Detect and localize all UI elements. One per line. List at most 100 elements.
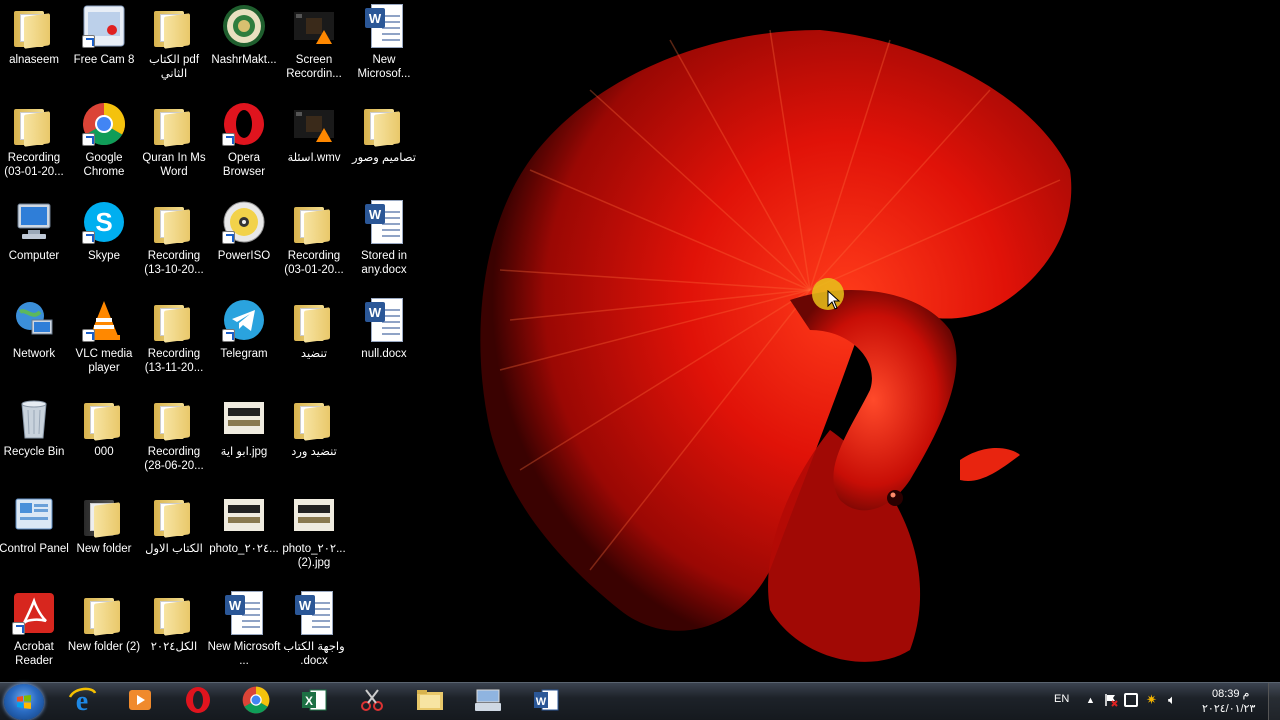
desktop-icon-poweriso[interactable]: PowerISO bbox=[209, 198, 279, 294]
folder-icon bbox=[290, 296, 338, 344]
desktop-icon-recycle[interactable]: Recycle Bin bbox=[0, 394, 69, 490]
desktop-icon-telegram[interactable]: Telegram bbox=[209, 296, 279, 392]
desktop-icon-null-docx[interactable]: Wnull.docx bbox=[349, 296, 419, 392]
desktop-icon-label: الكتاب الاول bbox=[145, 543, 203, 555]
desktop-icon-new-ms-1[interactable]: W New Microsof... bbox=[349, 2, 419, 98]
desktop-icon-label: null.docx bbox=[361, 348, 407, 360]
desktop-icon-label: Computer bbox=[8, 250, 60, 262]
desktop-icon-label: Screen Recordin... bbox=[286, 54, 342, 80]
desktop-icon-asila[interactable]: اسئلة.wmv bbox=[279, 100, 349, 196]
telegram-icon bbox=[220, 296, 268, 344]
file-explorer-icon bbox=[415, 686, 445, 719]
desktop-icon-label: Recording (03-01-20... bbox=[4, 152, 64, 178]
taskbar-media-button[interactable] bbox=[114, 686, 166, 718]
opera-icon bbox=[220, 100, 268, 148]
seal-app-icon bbox=[220, 2, 268, 50]
desktop-icon-computer[interactable]: Computer bbox=[0, 198, 69, 294]
taskbar-word-button[interactable]: W bbox=[520, 686, 572, 718]
user-folder-icon bbox=[10, 2, 58, 50]
desktop-icon-label: اسئلة.wmv bbox=[287, 152, 341, 164]
folder-icon bbox=[290, 198, 338, 246]
desktop-icon-recording-4[interactable]: Recording (13-11-20... bbox=[139, 296, 209, 392]
updates-icon[interactable]: ✷ bbox=[1146, 692, 1157, 708]
clock-time[interactable]: 08:39 م bbox=[1212, 687, 1249, 700]
network-icon bbox=[10, 296, 58, 344]
desktop-icon-pdf-book[interactable]: الكتاب pdf الثاني bbox=[139, 2, 209, 98]
image-file-icon bbox=[220, 394, 268, 442]
desktop-icon-label: Free Cam 8 bbox=[73, 54, 135, 66]
desktop-icon-acrobat[interactable]: Acrobat Reader bbox=[0, 589, 69, 682]
folder-icon bbox=[150, 394, 198, 442]
desktop[interactable]: alnaseem Free Cam 8 الكتاب pdf الثاني Nashr… bbox=[0, 0, 1280, 682]
shortcut-arrow-icon bbox=[82, 231, 95, 244]
desktop-icon-tansid[interactable]: تنضيد bbox=[279, 296, 349, 392]
desktop-icon-screen-rec[interactable]: Screen Recordin... bbox=[279, 2, 349, 98]
desktop-icon-recording-3[interactable]: Recording (03-01-20... bbox=[279, 198, 349, 294]
shortcut-arrow-icon bbox=[222, 133, 235, 146]
desktop-icon-tansid-ward[interactable]: تنضيد ورد bbox=[279, 394, 349, 490]
word-icon: W bbox=[532, 686, 560, 719]
desktop-icon-label: alnaseem bbox=[9, 54, 59, 66]
svg-text:X: X bbox=[305, 694, 313, 708]
desktop-icon-label: New folder bbox=[76, 543, 132, 555]
desktop-icon-alnaseem[interactable]: alnaseem bbox=[0, 2, 69, 98]
desktop-icon-kul[interactable]: الكل٢٠٢٤ bbox=[139, 589, 209, 682]
shortcut-arrow-icon bbox=[82, 133, 95, 146]
folder-icon bbox=[150, 100, 198, 148]
desktop-icon-new-ms-2[interactable]: W New Microsoft ... bbox=[208, 589, 280, 682]
desktop-icon-stored[interactable]: W Stored in any.docx bbox=[349, 198, 419, 294]
taskbar-chrome-button[interactable] bbox=[230, 686, 282, 718]
taskbar-excel-button[interactable]: X bbox=[288, 686, 340, 718]
desktop-icon-label: الكتاب pdf الثاني bbox=[148, 54, 200, 80]
desktop-icon-control[interactable]: Control Panel bbox=[0, 491, 69, 587]
desktop-icon-new-folder[interactable]: New folder bbox=[69, 491, 139, 587]
desktop-icon-opera[interactable]: Opera Browser bbox=[209, 100, 279, 196]
taskbar-explorer-button[interactable] bbox=[404, 686, 456, 718]
desktop-icon-network[interactable]: Network bbox=[0, 296, 69, 392]
desktop-icon-wajiha[interactable]: W واجهة الكتاب .docx bbox=[279, 589, 349, 682]
device-icon[interactable] bbox=[1124, 693, 1138, 707]
svg-text:S: S bbox=[95, 207, 112, 237]
taskbar-keyboard-button[interactable] bbox=[462, 686, 514, 718]
taskbar-ie-button[interactable]: e bbox=[56, 686, 108, 718]
desktop-icon-skype[interactable]: S Skype bbox=[69, 198, 139, 294]
desktop-icon-new-folder-2[interactable]: New folder (2) bbox=[68, 589, 140, 682]
desktop-icon-label: Network bbox=[12, 348, 56, 360]
shortcut-arrow-icon bbox=[222, 329, 235, 342]
desktop-icon-recording-2[interactable]: Recording (13-10-20... bbox=[139, 198, 209, 294]
desktop-icon-recording-1[interactable]: Recording (03-01-20... bbox=[0, 100, 69, 196]
desktop-icon-nashr[interactable]: NashrMakt... bbox=[209, 2, 279, 98]
taskbar-opera-button[interactable] bbox=[172, 686, 224, 718]
skype-icon: S bbox=[80, 198, 128, 246]
show-desktop-button[interactable] bbox=[1268, 683, 1280, 720]
desktop-icon-recording-5[interactable]: Recording (28-06-20... bbox=[139, 394, 209, 490]
desktop-icon-f000[interactable]: 000 bbox=[69, 394, 139, 490]
desktop-icon-free-cam[interactable]: Free Cam 8 bbox=[69, 2, 139, 98]
folder-icon bbox=[10, 100, 58, 148]
desktop-icon-label: Recording (03-01-20... bbox=[284, 250, 344, 276]
desktop-icon-vlc[interactable]: VLC media player bbox=[69, 296, 139, 392]
desktop-icon-tasamim[interactable]: تصاميم وصور bbox=[349, 100, 419, 196]
desktop-icon-abu-aya[interactable]: ابو اية.jpg bbox=[209, 394, 279, 490]
on-screen-keyboard-icon bbox=[473, 686, 503, 719]
desktop-icon-photo-1[interactable]: photo_٢٠٢٤... bbox=[209, 491, 279, 587]
snipping-tool-icon bbox=[358, 686, 386, 719]
desktop-icon-chrome[interactable]: Google Chrome bbox=[69, 100, 139, 196]
desktop-icon-quran[interactable]: Quran In Ms Word bbox=[139, 100, 209, 196]
language-indicator[interactable]: EN bbox=[1054, 693, 1069, 705]
desktop-icon-label: Recording (28-06-20... bbox=[144, 446, 204, 472]
desktop-icon-photo-2[interactable]: photo_٢٠٢... (2).jpg bbox=[279, 491, 349, 587]
start-button[interactable] bbox=[4, 684, 44, 720]
opera-icon bbox=[184, 686, 212, 719]
clock-date[interactable]: ٢٠٢٤/٠١/٢٣ bbox=[1202, 702, 1255, 715]
desktop-icon-label: Skype bbox=[88, 250, 120, 262]
svg-text:W: W bbox=[536, 696, 547, 708]
desktop-icon-kitab-awal[interactable]: الكتاب الاول bbox=[139, 491, 209, 587]
chrome-icon bbox=[242, 686, 270, 719]
volume-icon[interactable]: 🔈︎ bbox=[1168, 692, 1176, 708]
system-tray: EN ▲ ✷ 🔈︎ 08:39 م ٢٠٢٤/٠١/٢٣ bbox=[1040, 683, 1280, 720]
show-hidden-icons-icon[interactable]: ▲ bbox=[1086, 695, 1095, 705]
action-center-flag-icon[interactable] bbox=[1104, 693, 1118, 707]
taskbar-snip-button[interactable] bbox=[346, 686, 398, 718]
betta-fish-wallpaper bbox=[480, 29, 1072, 662]
